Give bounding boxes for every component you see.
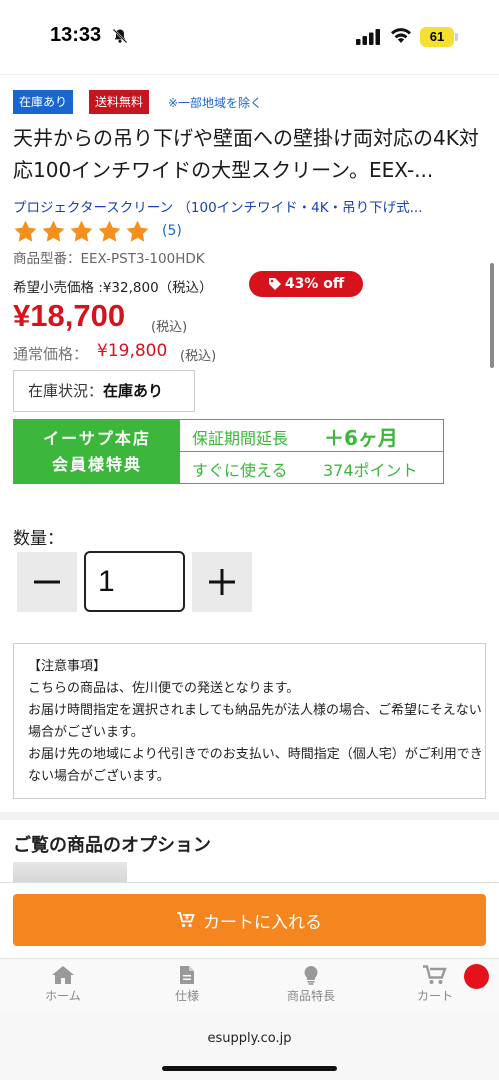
points-value: 374ポイント [323,461,418,480]
lightbulb-icon [304,966,318,985]
notice-line: こちらの商品は、佐川便での発送となります。 [28,681,300,696]
notice-line: お届け先の地域により代引きでのお支払い、時間指定（個人宅）がご利用できない場合が… [28,747,483,784]
sale-price: ¥18,700 [13,298,126,333]
member-title-line1: イーサプ本店 [43,429,151,448]
model-number: 商品型番：EEX-PST3-100HDK [13,251,205,267]
quantity-label: 数量： [13,529,64,549]
warranty-label: 保証期間延長 [192,429,289,448]
star-icon [98,220,121,242]
star-icon [14,220,37,242]
review-count-link[interactable]: (5) [162,223,182,239]
section-divider [0,812,499,820]
regular-price: ¥19,800 [97,341,168,361]
warranty-row: 保証期間延長 ＋6ヶ月 [180,420,443,452]
points-row: すぐに使える 374ポイント [180,452,443,483]
shipping-note: ※一部地域を除く [168,96,263,110]
battery-icon: 61 [420,27,454,47]
status-bar: 13:33 61 [0,0,499,75]
cart-notification-dot [464,964,489,989]
cart-icon [423,965,447,984]
notice-heading: 【注意事項】 [28,659,107,674]
add-to-cart-label: カートに入れる [203,912,322,932]
msrp-price: 希望小売価格 :¥32,800（税込） [13,280,213,296]
nav-item-home[interactable]: ホーム [8,965,118,1004]
document-icon [180,966,194,984]
add-to-cart-button[interactable]: カートに入れる [13,894,486,946]
nav-item-features[interactable]: 商品特長 [256,965,366,1004]
star-icon [70,220,93,242]
home-icon [52,966,74,984]
stock-status: 在庫状況：在庫あり [13,370,195,412]
member-benefits: イーサプ本店 会員様特典 保証期間延長 ＋6ヶ月 すぐに使える 374ポイント [13,419,444,484]
notice-box: 【注意事項】 こちらの商品は、佐川便での発送となります。 お届け時間指定を選択さ… [13,643,486,799]
browser-url[interactable]: esupply.co.jp [0,1031,499,1046]
quantity-input[interactable]: 1 [84,551,185,612]
free-shipping-badge: 送料無料 [89,90,150,114]
quantity-decrease-button[interactable] [17,552,77,612]
quantity-increase-button[interactable] [192,552,252,612]
member-title-line2: 会員様特典 [51,455,142,474]
stock-status-label: 在庫状況： [28,382,104,400]
star-icon [42,220,65,242]
price-tax-note: (税込) [151,320,188,335]
nav-item-label: カート [416,989,453,1003]
in-stock-badge: 在庫あり [13,90,74,114]
tag-icon [268,278,281,290]
signal-icon [356,29,382,49]
discount-text: 43% off [284,276,345,292]
bottom-nav: ホーム 仕様 商品特長 カート [0,958,499,1014]
rating-stars[interactable] [13,219,150,244]
member-benefits-title: イーサプ本店 会員様特典 [14,420,180,483]
warranty-value: ＋6ヶ月 [324,426,398,450]
nav-item-label: 商品特長 [286,989,335,1003]
options-heading: ご覧の商品のオプション [13,835,211,856]
notice-line: お届け時間指定を選択されましても納品先が法人様の場合、ご希望にそえない場合がござ… [28,703,482,740]
points-label: すぐに使える [192,461,288,480]
minus-icon [34,580,60,584]
home-indicator [162,1066,337,1071]
regular-price-label: 通常価格： [13,345,89,363]
discount-badge: 43% off [249,271,363,297]
scrollbar[interactable] [490,263,494,368]
status-time: 13:33 [50,24,102,46]
bell-slash-icon [112,28,128,48]
nav-item-label: ホーム [45,989,81,1003]
wifi-icon [390,26,412,48]
stock-status-value: 在庫あり [103,382,164,400]
product-title: 天井からの吊り下げや壁面への壁掛け両対応の4K対応100インチワイドの大型スクリ… [13,126,479,182]
star-icon [126,220,149,242]
nav-item-label: 仕様 [174,989,199,1003]
cart-plus-icon [177,912,195,928]
battery-tip [455,33,458,41]
plus-icon [209,569,235,595]
regular-price-tax-note: (税込) [180,349,217,364]
category-link[interactable]: プロジェクタースクリーン （100インチワイド・4K・吊り下げ式... [13,196,493,216]
nav-item-spec[interactable]: 仕様 [132,965,242,1004]
